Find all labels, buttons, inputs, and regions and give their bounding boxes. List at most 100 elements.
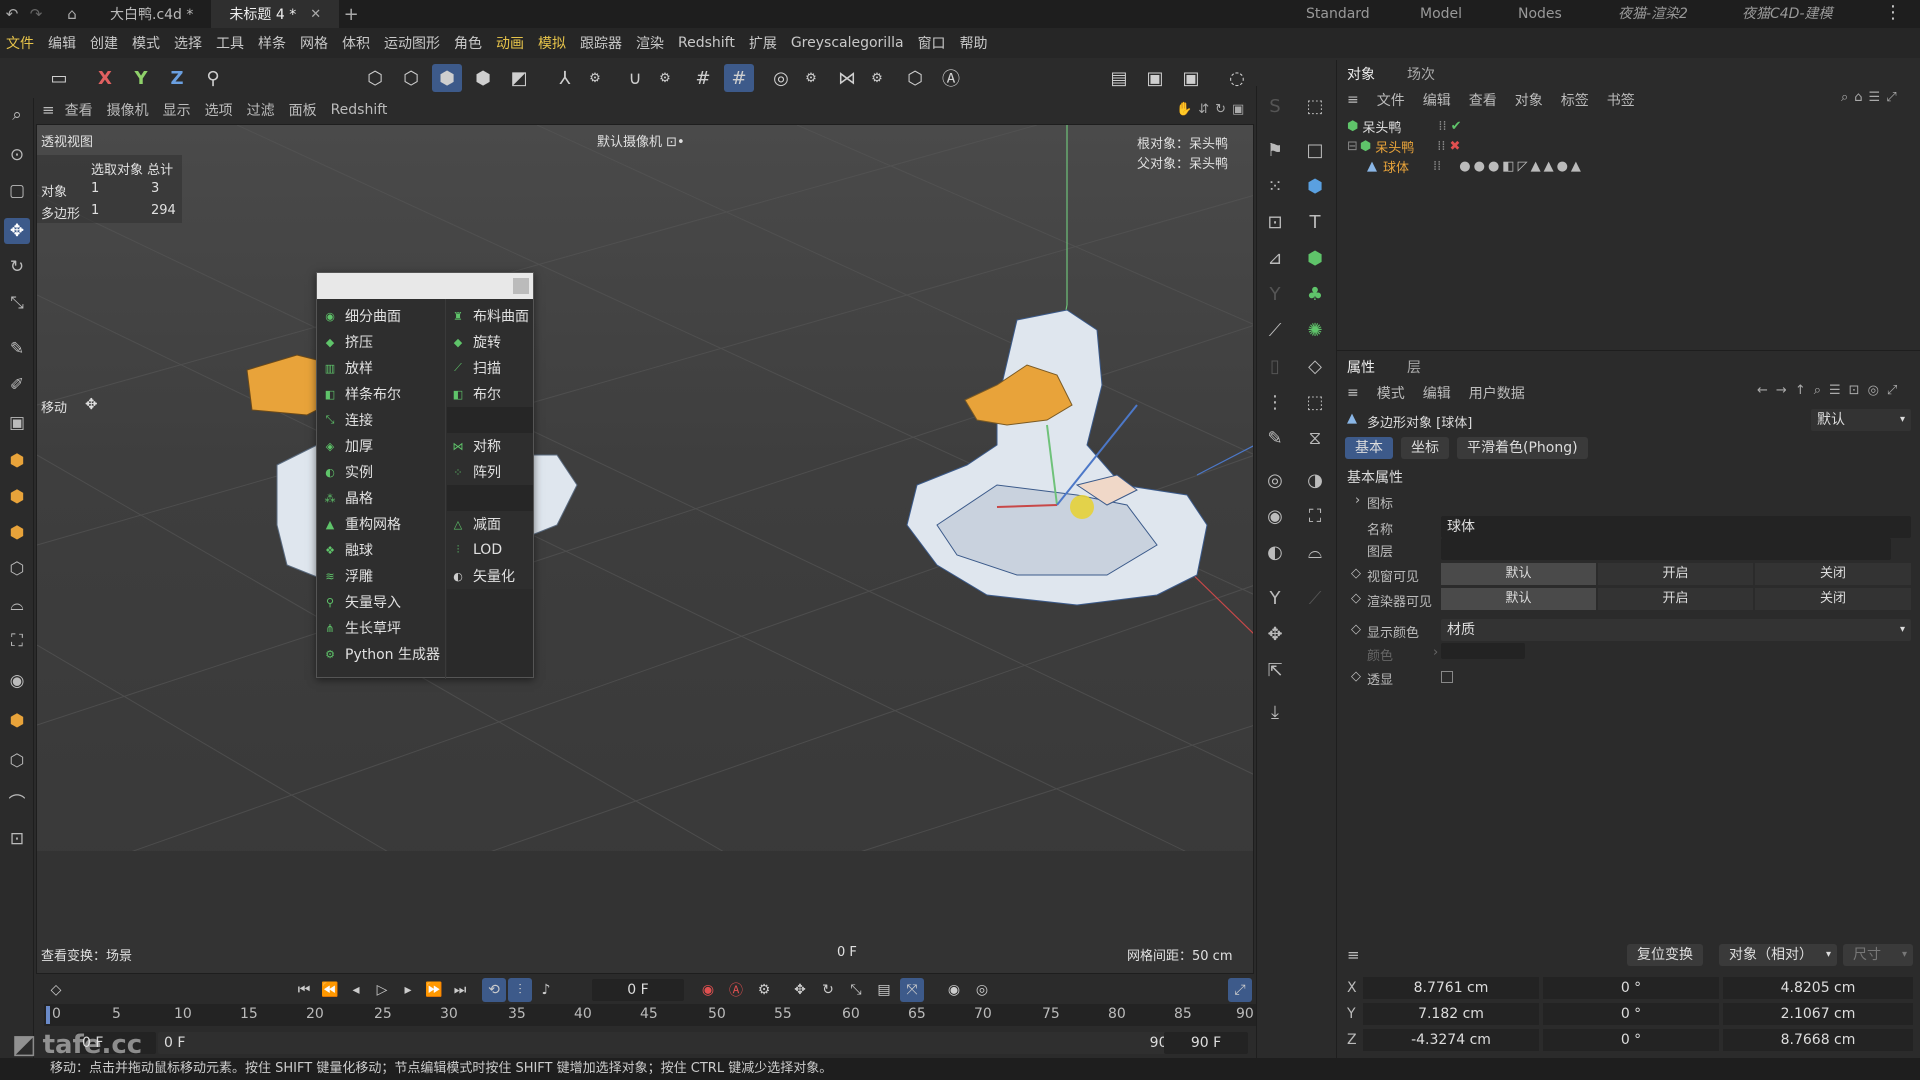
obj-menu-bookmarks[interactable]: 书签	[1607, 90, 1635, 110]
keyframe-settings-icon[interactable]: ⚙	[752, 978, 776, 1002]
keyframe-diamond-icon[interactable]: ◇	[1351, 591, 1361, 606]
menu-simulate[interactable]: 模拟	[538, 33, 566, 53]
menu-item-spline-boolean[interactable]: ◧ 样条布尔	[321, 381, 401, 407]
object-row[interactable]: ⊟ ⬢ 呆头鸭 ⁞⁞ ✖	[1347, 136, 1460, 156]
menu-item-sweep[interactable]: ⟋ 扫描	[449, 355, 501, 381]
redshift-ipr-icon[interactable]: ◌	[1222, 64, 1252, 92]
size-z-input[interactable]: 8.7668 cm	[1723, 1029, 1913, 1051]
expand-icon[interactable]: ⤢	[1887, 383, 1897, 398]
size-y-input[interactable]: 2.1067 cm	[1723, 1003, 1913, 1025]
ruler-icon[interactable]: ⊿	[1261, 244, 1289, 272]
rectangle-icon[interactable]: □	[1301, 136, 1329, 164]
attr-menu-edit[interactable]: 编辑	[1423, 383, 1451, 403]
forward-icon[interactable]: →	[1776, 383, 1787, 398]
more-icon[interactable]: ⋮	[1884, 2, 1902, 23]
name-input[interactable]: 球体	[1441, 516, 1911, 538]
cloner-icon[interactable]: ♣	[1301, 280, 1329, 308]
pen-tool-icon[interactable]: ✎	[4, 336, 30, 362]
display-color-dropdown[interactable]: 材质 ▾	[1441, 619, 1911, 641]
frame-selected-icon[interactable]: ⊡	[4, 826, 30, 852]
soft-selection-icon[interactable]: ◎	[766, 64, 796, 92]
key-param-icon[interactable]: ▤	[872, 978, 896, 1002]
search-icon[interactable]: ⌕	[1841, 90, 1848, 105]
mirror-icon[interactable]: ⧖	[1301, 424, 1329, 452]
menu-item-subdivision-surface[interactable]: ◉ 细分曲面	[321, 303, 401, 329]
menu-item-lod[interactable]: ⫶ LOD	[449, 537, 502, 563]
layout-standard[interactable]: Standard	[1306, 0, 1370, 28]
menu-item-polygon-reduction[interactable]: △ 减面	[449, 511, 501, 537]
obj-menu-edit[interactable]: 编辑	[1423, 90, 1451, 110]
filter-icon[interactable]: ☰	[1869, 90, 1881, 105]
sketch-tool-icon[interactable]: ✐	[4, 372, 30, 398]
cube-icon[interactable]: ⬢	[1301, 172, 1329, 200]
frame-icon[interactable]: ⊡	[1261, 208, 1289, 236]
points-mode-icon[interactable]: ⬡	[360, 64, 390, 92]
obj-menu-object[interactable]: 对象	[1515, 90, 1543, 110]
layer-field[interactable]	[1441, 538, 1891, 560]
symmetry-icon[interactable]: ⋈	[832, 64, 862, 92]
workplane-snap-icon[interactable]: #	[724, 64, 754, 92]
add-tab-button[interactable]: +	[339, 4, 363, 25]
light-icon[interactable]: ◉	[4, 668, 30, 694]
editor-visible-default[interactable]: 默认	[1441, 563, 1596, 585]
menu-item-symmetry[interactable]: ⋈ 对称	[449, 433, 502, 459]
render-visible-default[interactable]: 默认	[1441, 588, 1596, 610]
visibility-dots-icon[interactable]: ⁞⁞	[1437, 139, 1445, 154]
key-pla-icon[interactable]: ⤧	[900, 978, 924, 1002]
rotation-z-input[interactable]: 0 °	[1543, 1029, 1719, 1051]
menu-file[interactable]: 文件	[6, 33, 34, 53]
orbit-icon[interactable]: ↻	[1215, 102, 1226, 117]
material-tags[interactable]: ●●●◧◸▲▲●▲	[1459, 159, 1584, 174]
edges-mode-icon[interactable]: ⬡	[396, 64, 426, 92]
vp-menu-camera[interactable]: 摄像机	[107, 100, 149, 120]
menu-select[interactable]: 选择	[174, 33, 202, 53]
render-view-icon[interactable]: ▣	[1140, 64, 1170, 92]
menu-spline[interactable]: 样条	[258, 33, 286, 53]
scheme-icon[interactable]: ◎	[970, 978, 994, 1002]
home-icon[interactable]: ⌂	[1854, 90, 1862, 105]
keyframe-diamond-icon[interactable]: ◇	[1351, 669, 1361, 684]
popup-search-bar[interactable]	[317, 273, 533, 299]
render-region-icon[interactable]: ▤	[1104, 64, 1134, 92]
chevron-right-icon[interactable]: ›	[1355, 493, 1360, 508]
rotation-y-input[interactable]: 0 °	[1543, 1003, 1719, 1025]
tab-layers[interactable]: 层	[1407, 357, 1421, 377]
menu-item-metaball[interactable]: ❖ 融球	[321, 537, 373, 563]
workplane-icon[interactable]: ⬡	[900, 64, 930, 92]
perspective-viewport[interactable]: 透视视图 默认摄像机 ⊡• 根对象：呆头鸭 父对象：呆头鸭 选取对象 总计 对象…	[36, 124, 1254, 974]
material-icon[interactable]: ◇	[1301, 352, 1329, 380]
auto-key-icon[interactable]: Ⓐ	[724, 978, 748, 1002]
pan-icon[interactable]: ✋	[1176, 102, 1192, 117]
layout-model2[interactable]: 夜猫C4D-建模	[1742, 0, 1833, 28]
keyframe-diamond-icon[interactable]: ◇	[1351, 622, 1361, 637]
disabled-x-icon[interactable]: ✖	[1450, 139, 1461, 154]
menu-extensions[interactable]: 扩展	[749, 33, 777, 53]
layout-nodes[interactable]: Nodes	[1518, 0, 1562, 28]
coord-mode-dropdown[interactable]: 对象（相对） ▾	[1719, 944, 1837, 966]
axis-y-lock[interactable]: Y	[126, 64, 156, 92]
grid-snap-icon[interactable]: #	[688, 64, 718, 92]
menu-create[interactable]: 创建	[90, 33, 118, 53]
position-y-input[interactable]: 7.182 cm	[1363, 1003, 1539, 1025]
keyframe-diamond-icon[interactable]: ◇	[1351, 566, 1361, 581]
viewport-solo-icon[interactable]: ▣	[4, 410, 30, 436]
attr-menu-mode[interactable]: 模式	[1377, 383, 1405, 403]
cube-icon[interactable]: ⬢	[4, 448, 30, 474]
hamburger-icon[interactable]: ≡	[1347, 92, 1359, 108]
range-end-input[interactable]: 90 F	[1164, 1032, 1248, 1054]
box-select-icon[interactable]: ▢	[4, 178, 30, 204]
vp-menu-filter[interactable]: 过滤	[247, 100, 275, 120]
dolly-icon[interactable]: ⇵	[1198, 102, 1209, 117]
back-icon[interactable]: ←	[1757, 383, 1768, 398]
auto-keyframe-icon[interactable]: Ⓐ	[936, 64, 966, 92]
menu-item-python-generator[interactable]: ⚙ Python 生成器	[321, 641, 440, 667]
tab-basic[interactable]: 基本	[1345, 437, 1393, 459]
menu-item-remesh[interactable]: ▲ 重构网格	[321, 511, 401, 537]
texture-mode-icon[interactable]: ◩	[504, 64, 534, 92]
key-rotation-icon[interactable]: ↻	[816, 978, 840, 1002]
render-visible-off[interactable]: 关闭	[1755, 588, 1911, 610]
key-scale-icon[interactable]: ⤡	[844, 978, 868, 1002]
preview-range-icon[interactable]: ⫶	[508, 978, 532, 1002]
visibility-icon[interactable]: ◐	[1261, 538, 1289, 566]
menu-item-array[interactable]: ⁘ 阵列	[449, 459, 501, 485]
